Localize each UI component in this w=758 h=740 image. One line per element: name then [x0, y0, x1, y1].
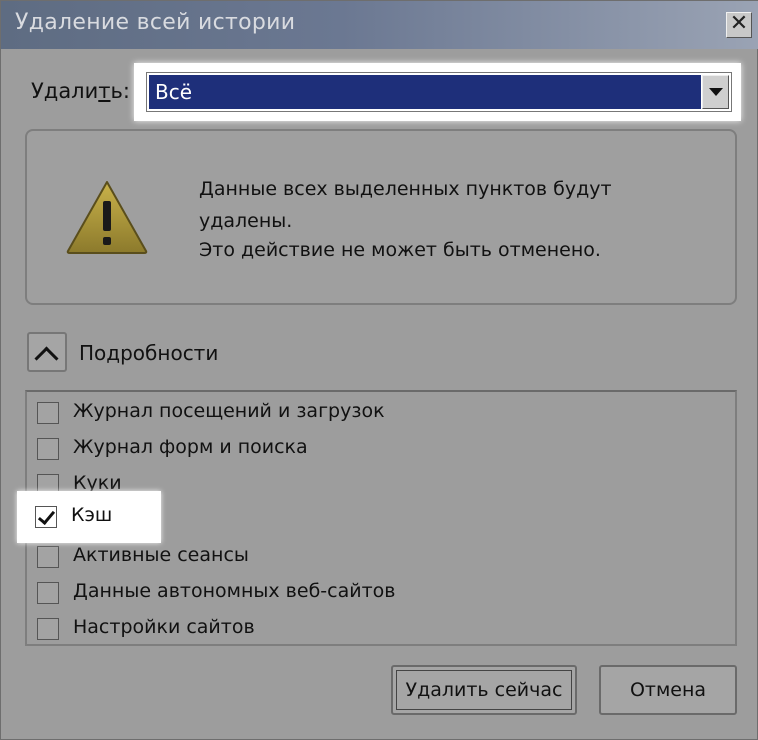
details-label-accesskey: д [106, 341, 121, 365]
time-range-dropdown[interactable]: Всё [146, 72, 732, 112]
chevron-down-icon[interactable] [702, 75, 729, 109]
list-item-label: Журнал форм и поиска [73, 436, 308, 458]
dialog-title: Удаление всей истории [15, 10, 296, 35]
details-label-part2: робности [120, 341, 219, 365]
close-icon: ✕ [729, 11, 749, 36]
details-label[interactable]: Подробности [79, 341, 218, 365]
delete-label-part1: Удали [31, 79, 99, 103]
list-item-label: Кэш [71, 504, 113, 526]
time-range-selected-value: Всё [149, 75, 701, 109]
checkbox[interactable] [37, 582, 59, 604]
checkbox[interactable] [37, 402, 59, 424]
details-label-part1: По [79, 341, 107, 365]
list-item-label: Данные автономных веб-сайтов [73, 580, 396, 602]
delete-label-accesskey: т [98, 79, 111, 103]
list-item-label: Настройки сайтов [73, 616, 255, 638]
clear-history-dialog: Удаление всей истории ✕ Удалить: Всё Дан… [0, 0, 758, 740]
details-toggle-button[interactable] [27, 332, 67, 372]
checkbox[interactable] [37, 546, 59, 568]
warning-triangle-icon [66, 181, 148, 254]
close-button[interactable]: ✕ [726, 12, 752, 38]
cancel-button[interactable]: Отмена [599, 665, 737, 715]
list-item-label: Активные сеансы [73, 544, 249, 566]
checkbox-checked[interactable] [35, 506, 57, 528]
title-bar[interactable]: Удаление всей истории ✕ [1, 1, 758, 49]
warning-panel: Данные всех выделенных пунктов будут уда… [25, 129, 737, 305]
delete-range-label: Удалить: [31, 79, 130, 103]
delete-label-part2: ь: [110, 79, 130, 103]
delete-now-button[interactable]: Удалить сейчас [391, 665, 577, 715]
checkbox[interactable] [37, 438, 59, 460]
checkbox[interactable] [37, 618, 59, 640]
warning-irreversible: Это действие не может быть отменено. [199, 239, 601, 261]
list-item-label: Журнал посещений и загрузок [73, 400, 385, 422]
warning-message: Данные всех выделенных пунктов будут уда… [199, 178, 612, 232]
